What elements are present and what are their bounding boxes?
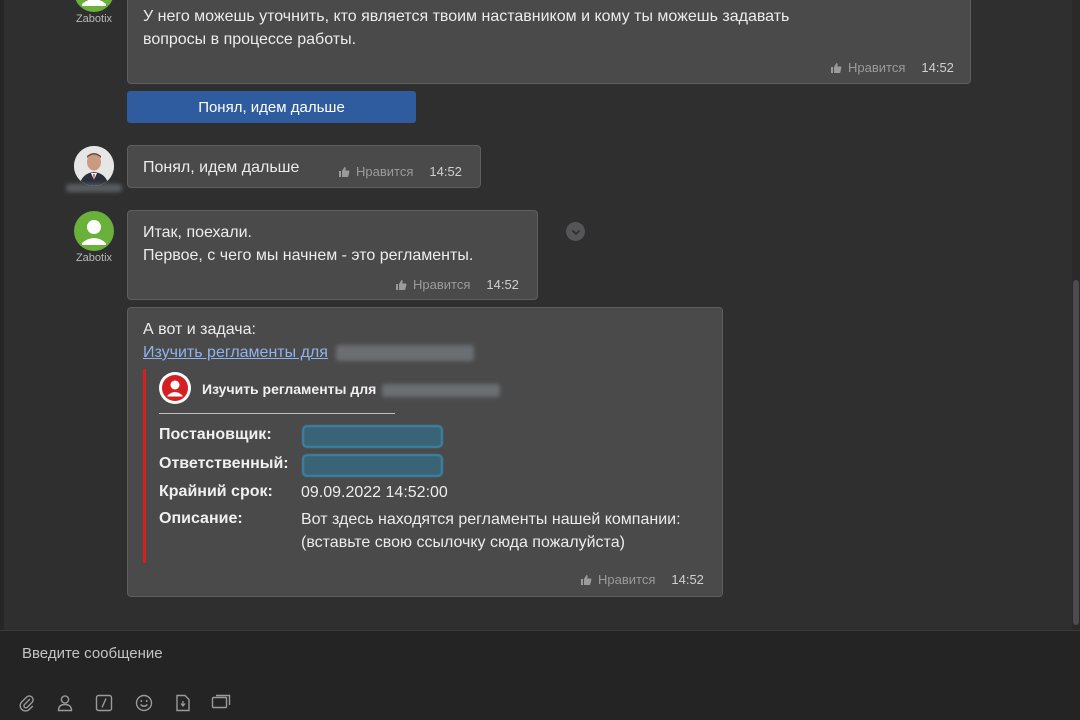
zabotix-avatar[interactable] (74, 211, 114, 251)
message-line: Итак, поехали. (143, 224, 252, 241)
description-line: Вот здесь находятся регламенты нашей ком… (301, 511, 681, 528)
task-link-row: Изучить регламенты для (143, 341, 475, 364)
message-composer (0, 630, 1080, 720)
like-label[interactable]: Нравится (413, 273, 470, 296)
responsible-label: Ответственный: (159, 455, 289, 472)
document-icon[interactable] (172, 692, 194, 714)
description-line: (вставьте свою ссылочку сюда пожалуйста) (301, 534, 625, 551)
task-link[interactable]: Изучить регламенты для (143, 344, 328, 361)
message-bubble[interactable]: У него можешь уточнить, кто является тво… (127, 0, 971, 84)
message-text: Итак, поехали. Первое, с чего мы начнем … (143, 221, 533, 267)
message-time: 14:52 (486, 277, 519, 292)
message-line: вопросы в процессе работы. (143, 31, 357, 48)
responsible-user-chip[interactable] (302, 454, 443, 477)
task-separator (159, 413, 395, 414)
message-input[interactable] (20, 641, 924, 665)
message-text: Понял, идем дальше (143, 159, 300, 176)
description-value: Вот здесь находятся регламенты нашей ком… (301, 508, 711, 554)
slash-command-icon[interactable] (93, 692, 115, 714)
message-meta: Нравится 14:52 (580, 568, 704, 591)
thumbs-up-icon[interactable] (830, 62, 842, 74)
sender-name: Zabotix (75, 252, 113, 264)
message-bubble[interactable]: Итак, поехали. Первое, с чего мы начнем … (127, 210, 538, 300)
zabotix-avatar-top[interactable] (74, 0, 114, 12)
like-label[interactable]: Нравится (356, 160, 413, 183)
message-time: 14:52 (921, 60, 954, 75)
message-time: 14:52 (429, 164, 462, 179)
task-link-redacted[interactable] (336, 344, 475, 361)
task-title-redacted (382, 383, 501, 397)
chat-area[interactable]: Zabotix У него можешь уточнить, кто явля… (0, 0, 1080, 630)
thumbs-up-icon[interactable] (338, 166, 350, 178)
smile-icon[interactable] (133, 692, 155, 714)
user-name-redacted (66, 184, 122, 192)
message-line: У него можешь уточнить, кто является тво… (143, 8, 790, 25)
message-line: Первое, с чего мы начнем - это регламент… (143, 247, 474, 264)
message-menu-chevron[interactable] (566, 222, 585, 241)
screens-icon[interactable] (210, 692, 232, 714)
continue-button[interactable]: Понял, идем дальше (127, 91, 416, 123)
scrollbar-thumb[interactable] (1073, 280, 1079, 625)
description-label: Описание: (159, 510, 243, 527)
message-text: У него можешь уточнить, кто является тво… (143, 5, 963, 51)
message-meta: Нравится 14:52 (338, 160, 462, 183)
thumbs-up-icon[interactable] (395, 279, 407, 291)
task-intro: А вот и задача: (143, 321, 256, 338)
like-label[interactable]: Нравится (848, 56, 905, 79)
chevron-down-icon (571, 229, 580, 235)
user-icon[interactable] (54, 692, 76, 714)
message-bubble[interactable]: Понял, идем дальше Нравится 14:52 (127, 145, 481, 188)
deadline-label: Крайний срок: (159, 483, 273, 500)
task-title-text: Изучить регламенты для (202, 381, 377, 397)
message-meta: Нравится 14:52 (830, 56, 954, 79)
thumbs-up-icon[interactable] (580, 574, 592, 586)
creator-user-chip[interactable] (302, 425, 443, 448)
scrollbar-track[interactable] (1072, 0, 1080, 630)
creator-label: Постановщик: (159, 426, 272, 443)
sender-name: Zabotix (75, 13, 113, 25)
message-meta: Нравится 14:52 (395, 273, 519, 296)
paperclip-icon[interactable] (16, 692, 38, 714)
message-time: 14:52 (671, 572, 704, 587)
user-avatar[interactable] (74, 146, 114, 186)
deadline-value: 09.09.2022 14:52:00 (301, 484, 448, 501)
task-user-icon (159, 372, 191, 404)
task-title[interactable]: Изучить регламенты для (202, 379, 501, 399)
like-label[interactable]: Нравится (598, 568, 655, 591)
